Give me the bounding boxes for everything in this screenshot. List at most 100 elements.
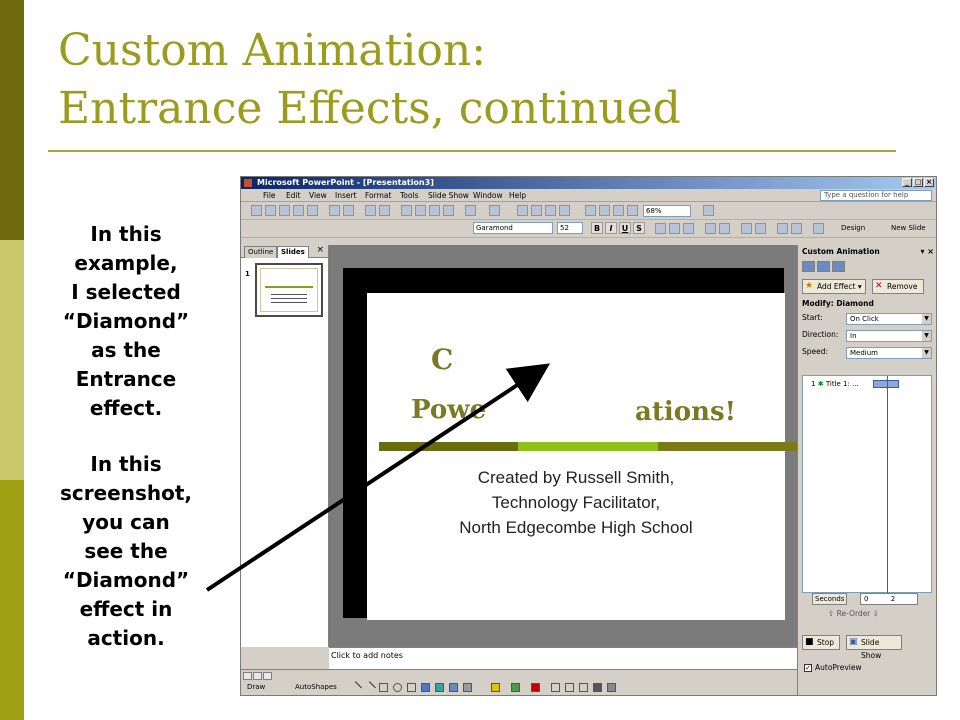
diagram-icon[interactable] [435, 683, 444, 692]
color-grayscale-icon[interactable] [627, 205, 638, 216]
increase-indent-icon[interactable] [791, 223, 802, 234]
menu-file[interactable]: File [263, 191, 276, 200]
slide-canvas[interactable]: C Powe ations! Created by Russell Smith,… [367, 293, 797, 620]
decrease-indent-icon[interactable] [777, 223, 788, 234]
email-icon[interactable] [307, 205, 318, 216]
bullets-icon[interactable] [719, 223, 730, 234]
stop-button[interactable]: ■ Stop [802, 635, 840, 650]
line-style-icon[interactable] [551, 683, 560, 692]
line-color-icon[interactable] [511, 683, 520, 692]
help-icon[interactable] [703, 205, 714, 216]
draw-menu[interactable]: Draw [247, 683, 265, 691]
menu-window[interactable]: Window [473, 191, 503, 200]
close-icon[interactable]: × [316, 245, 324, 255]
menu-edit[interactable]: Edit [286, 191, 301, 200]
permission-icon[interactable] [293, 205, 304, 216]
minimize-button[interactable]: _ [902, 178, 912, 187]
autoshapes-menu[interactable]: AutoShapes [295, 683, 337, 691]
remove-button[interactable]: ✕ Remove [872, 279, 924, 294]
arrow-icon[interactable] [363, 681, 376, 694]
tab-slides[interactable]: Slides [277, 246, 309, 258]
slide-sorter-icon[interactable] [253, 672, 262, 680]
print-preview-icon[interactable] [343, 205, 354, 216]
home-icon[interactable] [832, 261, 845, 272]
direction-select[interactable]: In [846, 330, 932, 342]
normal-view-icon[interactable] [243, 672, 252, 680]
format-painter-icon[interactable] [443, 205, 454, 216]
font-color-icon[interactable] [813, 223, 824, 234]
menu-slide-show[interactable]: Slide Show [428, 191, 469, 200]
shadow-style-icon[interactable] [593, 683, 602, 692]
slide-show-button[interactable]: ▣ Slide Show [846, 635, 902, 660]
line-icon[interactable] [349, 681, 362, 694]
tables-borders-icon[interactable] [545, 205, 556, 216]
open-icon[interactable] [265, 205, 276, 216]
back-icon[interactable] [802, 261, 815, 272]
numbering-icon[interactable] [705, 223, 716, 234]
oval-icon[interactable] [393, 683, 402, 692]
notes-pane[interactable]: Click to add notes [329, 647, 797, 669]
timeline-scrollbar[interactable]: 0 2 [860, 593, 918, 605]
align-center-icon[interactable] [669, 223, 680, 234]
slide-show-view-icon[interactable] [263, 672, 272, 680]
tab-outline[interactable]: Outline [244, 246, 278, 258]
menu-view[interactable]: View [309, 191, 327, 200]
table-icon[interactable] [531, 205, 542, 216]
italic-button[interactable]: I [605, 222, 617, 234]
zoom-select[interactable]: 68% [643, 205, 691, 217]
task-pane-close-icon[interactable]: ▾ × [920, 245, 934, 258]
underline-button[interactable]: U [619, 222, 631, 234]
clip-art-icon[interactable] [449, 683, 458, 692]
align-left-icon[interactable] [655, 223, 666, 234]
show-formatting-icon[interactable] [599, 205, 610, 216]
research-icon[interactable] [379, 205, 390, 216]
text-color-icon[interactable] [531, 683, 540, 692]
increase-font-icon[interactable] [741, 223, 752, 234]
decrease-font-icon[interactable] [755, 223, 766, 234]
font-select[interactable]: Garamond [473, 222, 553, 234]
insert-picture-icon[interactable] [559, 205, 570, 216]
menu-tools[interactable]: Tools [400, 191, 418, 200]
spelling-icon[interactable] [365, 205, 376, 216]
paste-icon[interactable] [429, 205, 440, 216]
rectangle-icon[interactable] [379, 683, 388, 692]
animation-list-item[interactable]: 1 ✱ Title 1: ... [811, 380, 859, 388]
reorder-control[interactable]: ⇧ Re-Order ⇩ [828, 609, 879, 618]
menu-help[interactable]: Help [509, 191, 526, 200]
seconds-dropdown[interactable]: Seconds [812, 593, 848, 605]
copy-icon[interactable] [415, 205, 426, 216]
align-right-icon[interactable] [683, 223, 694, 234]
text-box-icon[interactable] [407, 683, 416, 692]
close-button[interactable]: × [924, 178, 934, 187]
grid-icon[interactable] [613, 205, 624, 216]
help-search-input[interactable]: Type a question for help [820, 190, 932, 201]
start-select[interactable]: On Click [846, 313, 932, 325]
wordart-icon[interactable] [421, 683, 430, 692]
redo-icon[interactable] [489, 205, 500, 216]
new-slide-button[interactable]: New Slide [891, 224, 926, 232]
bold-button[interactable]: B [591, 222, 603, 234]
arrow-style-icon[interactable] [579, 683, 588, 692]
cut-icon[interactable] [401, 205, 412, 216]
autopreview-checkbox[interactable]: ✓ AutoPreview [804, 663, 862, 672]
picture-icon[interactable] [463, 683, 472, 692]
timeline-bar[interactable] [873, 380, 899, 388]
fill-color-icon[interactable] [491, 683, 500, 692]
speed-select[interactable]: Medium [846, 347, 932, 359]
design-button[interactable]: Design [841, 224, 865, 232]
save-icon[interactable] [279, 205, 290, 216]
expand-all-icon[interactable] [585, 205, 596, 216]
dash-style-icon[interactable] [565, 683, 574, 692]
maximize-button[interactable]: □ [913, 178, 923, 187]
print-icon[interactable] [329, 205, 340, 216]
new-icon[interactable] [251, 205, 262, 216]
menu-insert[interactable]: Insert [335, 191, 357, 200]
add-effect-button[interactable]: ★ Add Effect ▾ [802, 279, 866, 294]
slide-thumbnail[interactable] [255, 263, 323, 317]
3d-style-icon[interactable] [607, 683, 616, 692]
forward-icon[interactable] [817, 261, 830, 272]
chart-icon[interactable] [517, 205, 528, 216]
undo-icon[interactable] [465, 205, 476, 216]
font-size-select[interactable]: 52 [557, 222, 583, 234]
menu-format[interactable]: Format [365, 191, 391, 200]
